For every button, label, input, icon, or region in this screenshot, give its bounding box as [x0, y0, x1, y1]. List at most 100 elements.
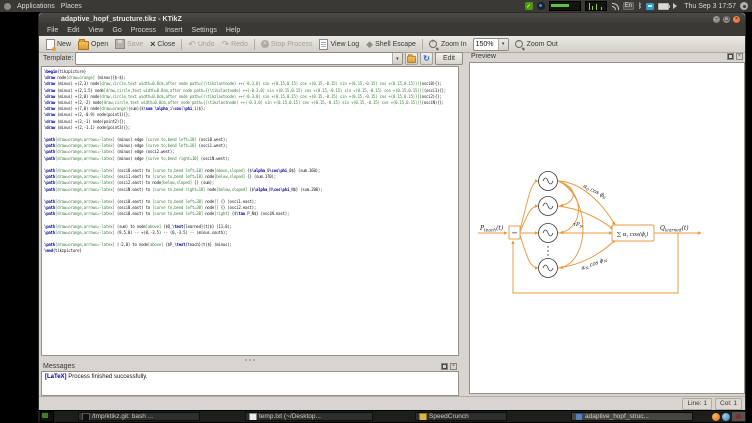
statusbar: Line: 1 Col: 1 [39, 396, 745, 410]
messages-float-icon[interactable] [441, 363, 448, 370]
zoom-combo-arrow-icon[interactable]: ▾ [498, 39, 508, 50]
browser-globe-icon[interactable] [722, 413, 730, 421]
template-label: Template: [43, 55, 73, 62]
menu-view[interactable]: View [84, 27, 107, 34]
shell-escape-button[interactable]: ◆ Shell Escape [363, 38, 419, 51]
close-file-button[interactable]: × Close [147, 38, 178, 51]
template-row: Template: ▾ ↻ Edit [41, 52, 465, 65]
zoom-level-combobox[interactable]: 150% ▾ [473, 38, 509, 51]
zoom-in-icon: + [429, 40, 437, 48]
tray-active-cell[interactable] [732, 412, 745, 421]
messages-close-icon[interactable]: × [450, 363, 457, 370]
places-menu[interactable]: Places [61, 3, 82, 10]
zoom-level-value: 150% [474, 41, 498, 48]
preview-title: Preview [471, 53, 496, 60]
task-ktikz[interactable]: adaptive_hopf_struc... [571, 412, 693, 421]
save-button[interactable]: Save [112, 38, 146, 51]
menu-file[interactable]: File [43, 27, 62, 34]
network-graph-widget[interactable] [585, 1, 607, 11]
sum-node-label: ∑ αi cos(ϕi) [617, 231, 648, 238]
shell-escape-icon: ◆ [366, 40, 373, 49]
edge-top-label: α0 cos ϕ0 [582, 183, 607, 200]
editor-pane: Template: ▾ ↻ Edit \begin{tikzpicture}\d… [41, 52, 465, 396]
task-terminal[interactable]: /tmp/ktikz.git: bash ... [78, 412, 200, 421]
code-editor[interactable]: \begin{tikzpicture}\draw node[draw=orang… [41, 66, 459, 356]
save-icon [115, 39, 125, 49]
task-texteditor[interactable]: temp.txt (~/Desktop... [245, 412, 373, 421]
code-lines: \begin{tikzpicture}\draw node[draw=orang… [44, 69, 458, 255]
preview-float-icon[interactable] [727, 53, 734, 60]
zoom-out-button[interactable]: − Zoom Out [512, 38, 561, 51]
bluetooth-icon[interactable]: ᛒ [638, 3, 642, 10]
titlebar[interactable]: adaptive_hopf_structure.tikz - KTikZ − ▢… [39, 13, 745, 25]
ktikz-icon [575, 413, 583, 421]
update-ok-icon[interactable]: ✓ [525, 2, 533, 10]
output-label: Qlearned(t) [660, 225, 689, 234]
edge-bottom-label: αN cos ϕN [581, 256, 609, 272]
keyboard-layout-indicator[interactable]: En [623, 2, 634, 10]
window-title: adaptive_hopf_structure.tikz - KTikZ [39, 16, 713, 23]
reload-icon: ↻ [423, 55, 430, 63]
undo-button[interactable]: ↶ Undo [185, 38, 217, 51]
ktikz-window: adaptive_hopf_structure.tikz - KTikZ − ▢… [38, 12, 746, 410]
zoom-in-button[interactable]: + Zoom In [426, 38, 470, 51]
new-file-icon [46, 39, 55, 50]
menu-process[interactable]: Process [127, 27, 160, 34]
status-line: Line: 1 [682, 398, 712, 410]
view-log-button[interactable]: View Log [316, 38, 362, 51]
cpu-meter-widget[interactable] [549, 1, 581, 11]
input-label: Pteach(t) [479, 225, 504, 234]
firefox-icon[interactable] [712, 413, 720, 421]
task-speedcrunch[interactable]: SpeedCrunch [415, 412, 507, 421]
template-open-button[interactable] [405, 52, 418, 65]
view-log-icon [319, 39, 328, 50]
volume-icon[interactable] [673, 3, 680, 9]
maximize-button[interactable]: ▢ [723, 16, 730, 23]
taskbar: /tmp/ktikz.git: bash ... temp.txt (~/Des… [38, 411, 746, 422]
menu-insert[interactable]: Insert [161, 27, 187, 34]
vdots [547, 246, 548, 255]
stop-process-icon: × [261, 40, 269, 48]
edge-mid-label: τPN [573, 222, 584, 228]
battery-icon[interactable] [658, 3, 669, 10]
preview-close-icon[interactable]: × [736, 53, 743, 60]
clock[interactable]: Thu Sep 3 17:57 [684, 3, 736, 10]
desktop-top-panel: Applications Places ✓ En ᛒ Thu Sep 3 17:… [0, 0, 752, 12]
wifi-icon[interactable] [611, 3, 619, 10]
template-combobox[interactable]: ▾ [75, 52, 403, 65]
stop-process-button[interactable]: × Stop Process [258, 38, 316, 51]
template-edit-button[interactable]: Edit [435, 52, 463, 65]
open-button[interactable]: Open [75, 38, 111, 51]
tikz-diagram: − ∑ αi cos(ϕi) Pteach(t) Qlearned(t) α0 … [470, 63, 744, 393]
close-button[interactable]: × [733, 16, 740, 23]
menu-help[interactable]: Help [222, 27, 244, 34]
workspace-pager[interactable] [40, 411, 54, 422]
distro-logo-icon [4, 3, 11, 10]
template-reload-button[interactable]: ↻ [420, 52, 433, 65]
edge-minus-osciN [520, 235, 538, 268]
messaging-icon[interactable] [646, 3, 654, 10]
new-button[interactable]: New [43, 38, 74, 51]
status-col: Col: 1 [715, 398, 742, 410]
redo-icon: ↷ [222, 40, 230, 49]
calculator-icon [419, 413, 427, 421]
preview-header: Preview × [469, 50, 745, 62]
template-combo-arrow-icon[interactable]: ▾ [392, 53, 402, 64]
edge-minus-osci0 [520, 181, 538, 230]
text-file-icon [249, 413, 257, 421]
preview-pane: Preview × [469, 50, 745, 396]
minimize-button[interactable]: − [713, 16, 720, 23]
menubar: File Edit View Go Process Insert Setting… [39, 25, 745, 36]
redo-button[interactable]: ↷ Redo [219, 38, 251, 51]
open-folder-icon [78, 41, 89, 50]
messages-panel: [LaTeX] Process finished successfully. [41, 371, 459, 396]
template-folder-icon [407, 56, 416, 63]
applications-menu[interactable]: Applications [17, 3, 55, 10]
preview-canvas: − ∑ αi cos(ϕi) Pteach(t) Qlearned(t) α0 … [469, 62, 745, 394]
menu-edit[interactable]: Edit [63, 27, 83, 34]
tracker-orb-icon[interactable] [537, 2, 545, 10]
menu-settings[interactable]: Settings [188, 27, 221, 34]
zoom-out-icon: − [515, 40, 523, 48]
menu-go[interactable]: Go [108, 27, 125, 34]
session-gear-icon[interactable] [740, 2, 748, 10]
